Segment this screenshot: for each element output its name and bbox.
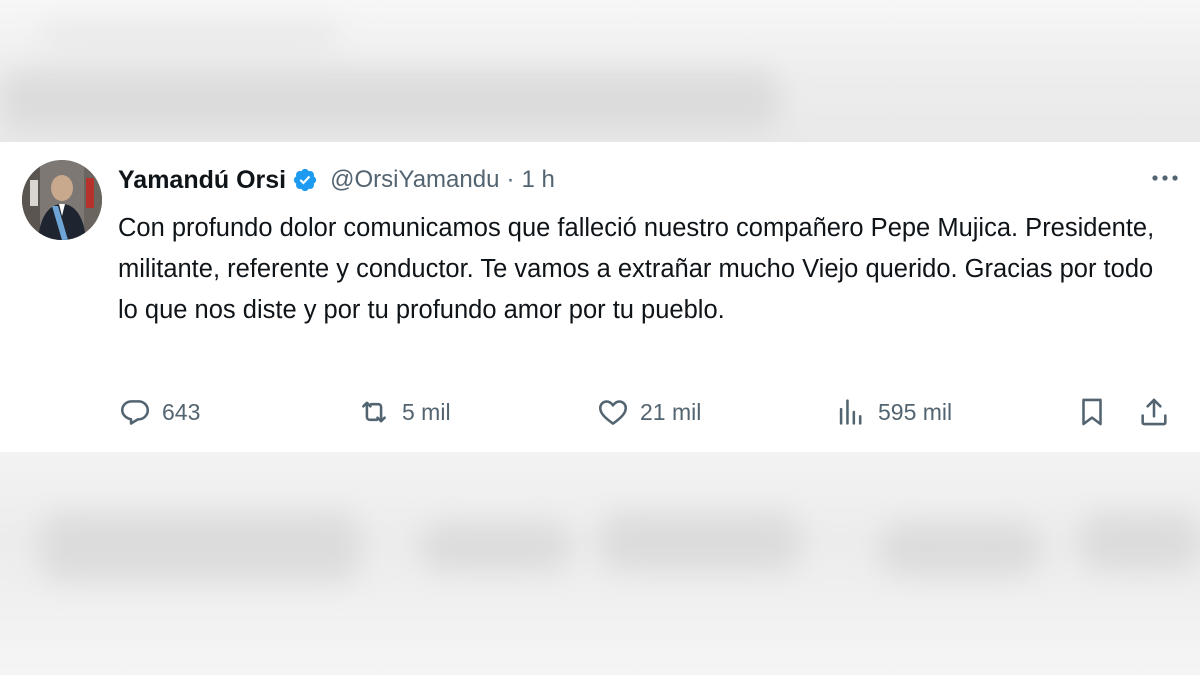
more-icon[interactable] [1148, 168, 1182, 188]
repost-button[interactable]: 5 mil [356, 392, 451, 432]
views-icon [834, 395, 868, 429]
bookmark-icon [1075, 395, 1109, 429]
blurred-bottom-area [0, 452, 1200, 675]
reply-icon [118, 395, 152, 429]
verified-badge-icon [292, 167, 318, 193]
like-icon [596, 395, 630, 429]
reply-button[interactable]: 643 [118, 392, 200, 432]
views-count: 595 mil [878, 398, 953, 425]
share-icon [1137, 395, 1171, 429]
tweet-text: Con profundo dolor comunicamos que falle… [118, 214, 1155, 324]
like-count: 21 mil [640, 398, 702, 425]
separator-dot: · [506, 166, 515, 193]
like-button[interactable]: 21 mil [596, 392, 701, 432]
repost-icon [356, 395, 392, 429]
tweet-card[interactable]: Yamandú Orsi @OrsiYamandu · 1 h Con prof… [0, 142, 1200, 452]
avatar-image [22, 160, 102, 240]
action-bar: 643 5 mil 21 mil 595 mil [0, 392, 1200, 432]
author-name[interactable]: Yamandú Orsi [118, 166, 286, 195]
repost-count: 5 mil [402, 398, 451, 425]
author-handle[interactable]: @OrsiYamandu [330, 166, 499, 194]
screenshot: Yamandú Orsi @OrsiYamandu · 1 h Con prof… [0, 0, 1200, 675]
avatar[interactable] [22, 160, 102, 240]
reply-count: 643 [162, 398, 201, 425]
views-button[interactable]: 595 mil [834, 392, 952, 432]
tweet-header: Yamandú Orsi @OrsiYamandu · 1 h [118, 164, 555, 196]
bookmark-button[interactable] [1075, 392, 1109, 432]
timestamp[interactable]: 1 h [521, 166, 554, 194]
blurred-top-area [0, 0, 1200, 142]
share-button[interactable] [1137, 392, 1171, 432]
